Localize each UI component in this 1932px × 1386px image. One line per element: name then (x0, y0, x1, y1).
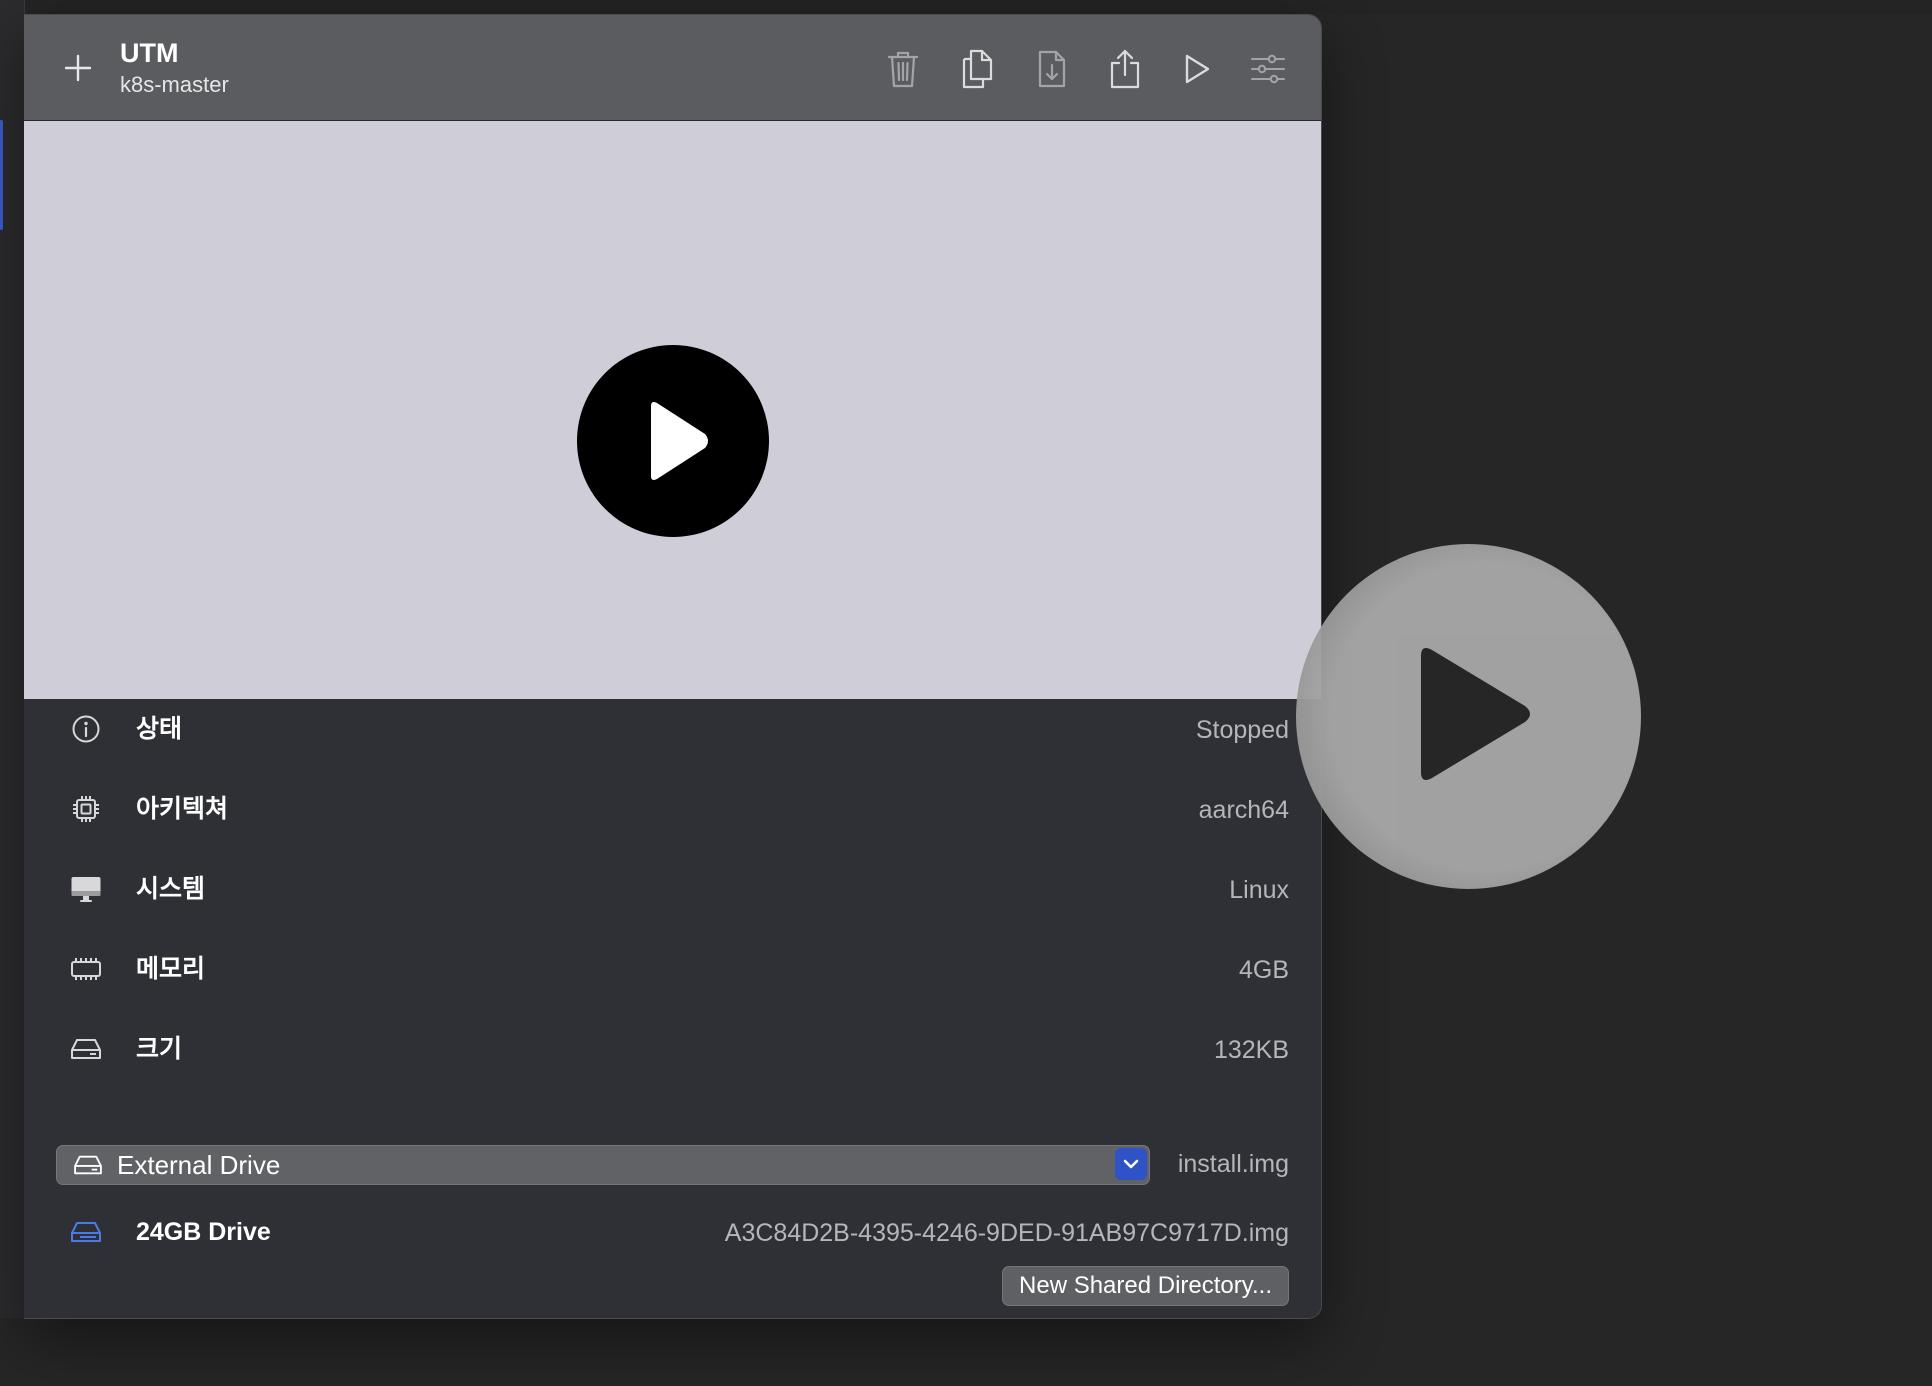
detail-value: aarch64 (1198, 796, 1289, 824)
delete-button[interactable] (880, 46, 926, 92)
detail-row-system: 시스템 Linux (24, 859, 1321, 919)
plus-icon (64, 54, 92, 82)
external-drive-select[interactable]: External Drive (56, 1145, 1150, 1185)
display-icon (70, 873, 102, 905)
detail-row-status: 상태 Stopped (24, 699, 1321, 759)
detail-label: 메모리 (136, 955, 206, 983)
detail-value: Stopped (1195, 716, 1289, 744)
cpu-icon (70, 793, 102, 825)
detail-value: Linux (1229, 876, 1289, 904)
add-vm-button[interactable] (58, 48, 98, 88)
sidebar-edge (0, 0, 25, 1318)
detail-label: 크기 (136, 1035, 183, 1063)
play-circle-icon (651, 402, 708, 480)
external-drive-select-label: External Drive (117, 1150, 281, 1180)
detail-row-size: 크기 132KB (24, 1019, 1321, 1079)
play-icon (1185, 54, 1210, 84)
drive-label: 24GB Drive (136, 1218, 271, 1246)
detail-row-architecture: 아키텍쳐 aarch64 (24, 779, 1321, 839)
move-button[interactable] (1029, 46, 1075, 92)
detail-value: 132KB (1213, 1036, 1289, 1064)
detail-value: 4GB (1238, 956, 1289, 984)
run-button[interactable] (1174, 46, 1220, 92)
external-drive-image-name: install.img (1177, 1150, 1289, 1178)
settings-button[interactable] (1245, 46, 1291, 92)
detail-label: 상태 (136, 715, 183, 743)
detail-label: 시스템 (136, 875, 206, 903)
chevron-down-icon[interactable] (1115, 1148, 1147, 1180)
drive-icon (70, 1216, 102, 1248)
document-download-icon (1038, 50, 1066, 88)
detail-row-memory: 메모리 4GB (24, 939, 1321, 999)
sidebar-selection-indicator (0, 120, 3, 230)
info-icon (70, 713, 102, 745)
start-vm-button[interactable] (577, 345, 769, 537)
drive-image-name: A3C84D2B-4395-4246-9DED-91AB97C9717D.img (724, 1219, 1289, 1247)
drag-play-overlay (1296, 544, 1641, 889)
vm-details: 상태 Stopped 아키텍쳐 aarch64 시스템 Linux 메모리 4G… (24, 699, 1321, 1318)
drive-icon (73, 1150, 103, 1180)
sliders-icon (1251, 54, 1285, 84)
utm-window: UTM k8s-master 상태 Stopped 아키텍쳐 aarch64 시… (24, 14, 1322, 1319)
vm-name-subtitle: k8s-master (120, 72, 229, 97)
app-title: UTM (120, 38, 179, 68)
clone-button[interactable] (954, 46, 1000, 92)
memory-icon (70, 953, 102, 985)
copy-icon (962, 49, 993, 89)
detail-label: 아키텍쳐 (136, 795, 229, 823)
share-button[interactable] (1102, 46, 1148, 92)
share-icon (1110, 49, 1140, 89)
desktop-top-strip (0, 0, 1932, 14)
drive-icon (70, 1033, 102, 1065)
new-shared-directory-button[interactable]: New Shared Directory... (1002, 1266, 1289, 1306)
play-icon (1420, 647, 1530, 780)
vm-preview (24, 121, 1321, 699)
detail-row-drive: 24GB Drive A3C84D2B-4395-4246-9DED-91AB9… (24, 1202, 1321, 1262)
trash-icon (887, 51, 919, 88)
toolbar: UTM k8s-master (24, 15, 1321, 121)
